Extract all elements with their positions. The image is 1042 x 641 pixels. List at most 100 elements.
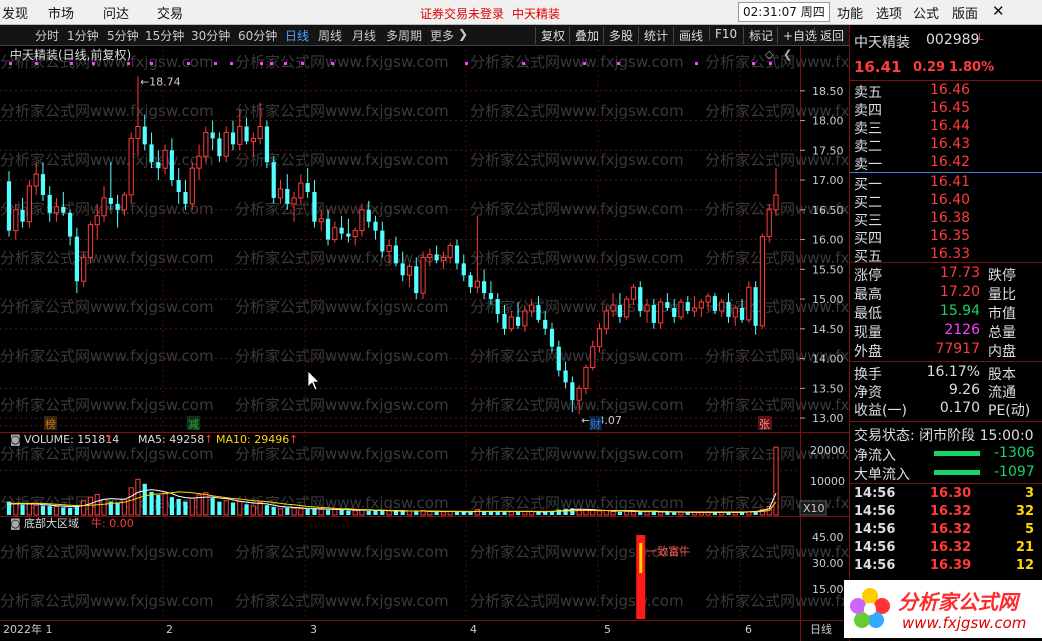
period-daily[interactable]: 日线 xyxy=(285,27,309,44)
volume-bar xyxy=(590,510,596,516)
volume-bar xyxy=(644,511,650,516)
candle-body xyxy=(87,224,94,258)
candle-body xyxy=(434,254,439,261)
indicator-panel-icon[interactable]: ◙ xyxy=(10,517,21,530)
svg-text:减: 减 xyxy=(188,418,199,431)
candle-body xyxy=(732,307,738,318)
ask-row: 卖四 16.45 xyxy=(854,100,971,119)
price-tick-label: 13.00 xyxy=(812,412,844,425)
login-warning[interactable]: 证券交易未登录 xyxy=(420,5,504,22)
volume-bar xyxy=(264,505,270,515)
candle-body xyxy=(488,293,494,300)
volume-bar xyxy=(53,506,60,516)
period-5min[interactable]: 5分钟 xyxy=(107,27,139,44)
period-more[interactable]: 更多 xyxy=(430,27,454,44)
candle-body xyxy=(183,191,188,204)
stat-row: 最低 15.94 市值 xyxy=(854,303,1016,322)
tick-row: 14:56 16.32 32 xyxy=(854,504,1034,519)
candle-body xyxy=(468,275,473,288)
menu-layout[interactable]: 版面 xyxy=(952,3,978,22)
period-monthly[interactable]: 月线 xyxy=(352,27,376,44)
candle-body xyxy=(522,310,528,327)
candle-body xyxy=(285,188,290,204)
watermark-text: 分析家公式网www.fxjgsw.com xyxy=(235,445,449,463)
menu-trade[interactable]: 交易 xyxy=(157,3,183,22)
volume-bar xyxy=(176,498,181,515)
diamond-icon[interactable]: ◇ xyxy=(765,48,774,61)
marker-dot xyxy=(583,62,586,65)
chart-title: 中天精装(日线,前复权) xyxy=(10,47,131,62)
volume-bar xyxy=(115,502,120,515)
volume-bar xyxy=(230,502,236,515)
watermark-text: 分析家公式网www.fxjgsw.com xyxy=(470,298,684,316)
button-back[interactable]: 返回 xyxy=(814,27,844,44)
more-arrow-icon[interactable]: ❯ xyxy=(458,27,468,41)
watermark-text: 分析家公式网www.fxjgsw.com xyxy=(235,53,449,71)
button-stats[interactable]: 统计 xyxy=(638,27,668,44)
x-label-feb: 2 xyxy=(166,623,173,636)
marker-dot xyxy=(260,62,263,65)
button-add-watchlist[interactable]: +自选 xyxy=(777,27,817,44)
event-marker-zhang[interactable]: 张 xyxy=(758,416,772,431)
candle-body xyxy=(482,281,487,294)
watermark-text: 分析家公式网www.fxjgsw.com xyxy=(470,102,684,120)
button-overlay[interactable]: 叠加 xyxy=(569,27,599,44)
flow-row: 大单流入 -1097 xyxy=(854,464,1035,483)
event-marker-cai[interactable]: 财 xyxy=(589,416,602,431)
volume-bar xyxy=(339,509,344,515)
period-multi[interactable]: 多周期 xyxy=(386,27,422,44)
kline-chart-area[interactable]: 分析家公式网www.fxjgsw.com 分析家公式网www.fxjgsw.com… xyxy=(0,45,849,641)
period-weekly[interactable]: 周线 xyxy=(318,27,342,44)
period-15min[interactable]: 15分钟 xyxy=(145,27,184,44)
menu-wenda[interactable]: 问达 xyxy=(103,3,129,22)
volume-bar xyxy=(352,510,358,516)
candle-body xyxy=(712,296,718,311)
collapse-icon[interactable]: ❮ xyxy=(783,48,792,61)
volume-bar xyxy=(217,501,222,515)
period-60min[interactable]: 60分钟 xyxy=(238,27,277,44)
period-1min[interactable]: 1分钟 xyxy=(67,27,99,44)
up-arrow-icon: ↑ xyxy=(289,433,298,446)
menu-bar: 发现 市场 问达 交易 证券交易未登录 中天精装 02:31:07 周四 功能 … xyxy=(0,0,1042,25)
menu-formula[interactable]: 公式 xyxy=(913,3,939,22)
candle-body xyxy=(142,126,147,145)
event-marker-jian[interactable]: 减 xyxy=(187,416,200,431)
button-draw[interactable]: 画线 xyxy=(673,27,703,44)
candle-body xyxy=(630,286,637,300)
period-fenshi[interactable]: 分时 xyxy=(35,27,59,44)
volume-multiplier[interactable]: X10 xyxy=(803,502,825,515)
volume-bar xyxy=(651,511,656,515)
candle-body xyxy=(420,256,426,294)
watermark-text: 分析家公式网www.fxjgsw.com xyxy=(0,543,214,561)
volume-bar xyxy=(346,510,351,515)
candle-body xyxy=(474,280,480,288)
watermark-text: 分析家公式网www.fxjgsw.com xyxy=(470,592,684,610)
ask-row: 卖五 16.46 xyxy=(854,82,971,101)
menu-function[interactable]: 功能 xyxy=(837,3,863,22)
menu-discover[interactable]: 发现 xyxy=(2,3,28,22)
candle-body xyxy=(529,304,535,312)
close-icon[interactable]: ✕ xyxy=(992,2,1005,20)
button-multistock[interactable]: 多股 xyxy=(603,27,633,44)
button-fuquan[interactable]: 复权 xyxy=(535,27,565,44)
candle-body xyxy=(162,149,168,169)
candle-body xyxy=(149,144,154,163)
button-mark[interactable]: 标记 xyxy=(743,27,773,44)
watermark-text: 分析家公式网www.fxjgsw.com xyxy=(0,347,214,365)
candle-body xyxy=(536,305,541,320)
menu-market[interactable]: 市场 xyxy=(48,3,74,22)
button-f10[interactable]: F10 xyxy=(709,27,737,41)
volume-bar xyxy=(101,498,107,516)
event-marker-bang[interactable]: 榜 xyxy=(44,416,57,431)
volume-panel-icon[interactable]: ◙ xyxy=(10,433,21,446)
stat2-row: 换手 16.17% 股本 xyxy=(854,364,1016,383)
menu-options[interactable]: 选项 xyxy=(876,3,902,22)
period-30min[interactable]: 30分钟 xyxy=(191,27,230,44)
candle-body xyxy=(189,167,195,205)
volume-bar xyxy=(393,511,398,515)
flow-row: 净流入 -1306 xyxy=(854,445,1035,464)
x-axis-period[interactable]: 日线 xyxy=(810,622,832,636)
watermark-text: 分析家公式网www.fxjgsw.com xyxy=(235,102,449,120)
x-label-jun: 6 xyxy=(745,623,752,636)
volume-bar xyxy=(624,510,630,516)
